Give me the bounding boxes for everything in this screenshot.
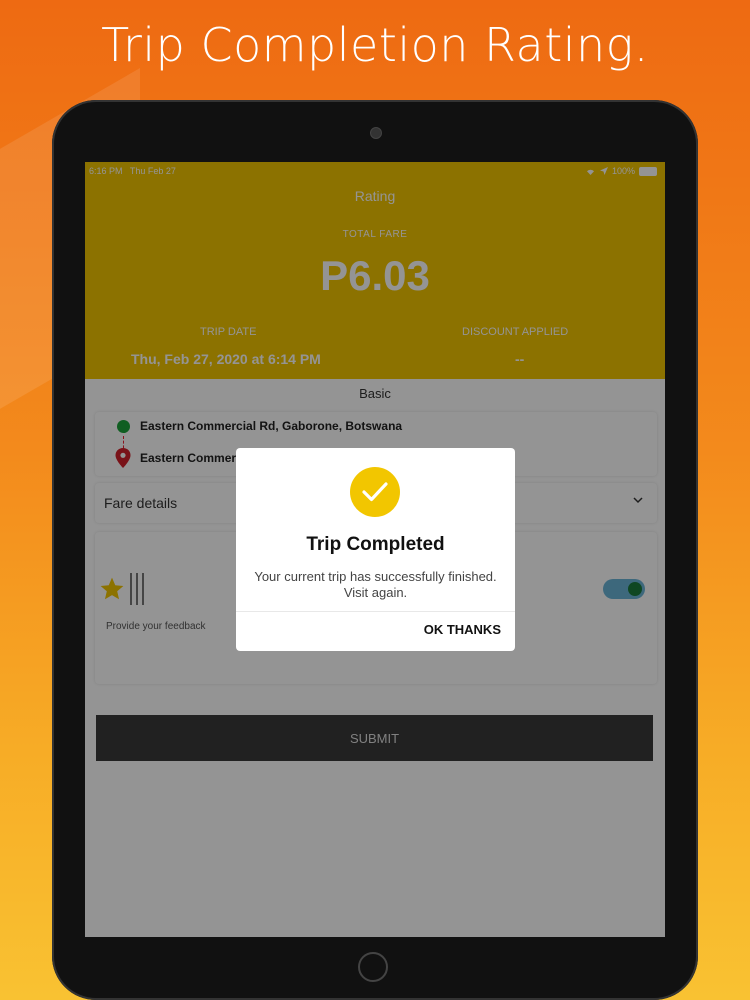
dialog-message: Your current trip has successfully finis… xyxy=(254,569,497,600)
trip-completed-dialog: Trip Completed Your current trip has suc… xyxy=(236,448,515,651)
tablet-frame: 6:16 PM Thu Feb 27 100% Rating TOTAL FAR… xyxy=(52,100,698,1000)
dialog-title: Trip Completed xyxy=(306,534,445,555)
app-screen: 6:16 PM Thu Feb 27 100% Rating TOTAL FAR… xyxy=(85,162,665,937)
dialog-divider xyxy=(236,611,515,612)
home-button[interactable] xyxy=(358,952,388,982)
ok-thanks-button[interactable]: OK THANKS xyxy=(424,622,501,637)
check-icon xyxy=(350,467,400,517)
camera xyxy=(370,127,382,139)
headline: Trip Completion Rating. xyxy=(101,18,649,72)
